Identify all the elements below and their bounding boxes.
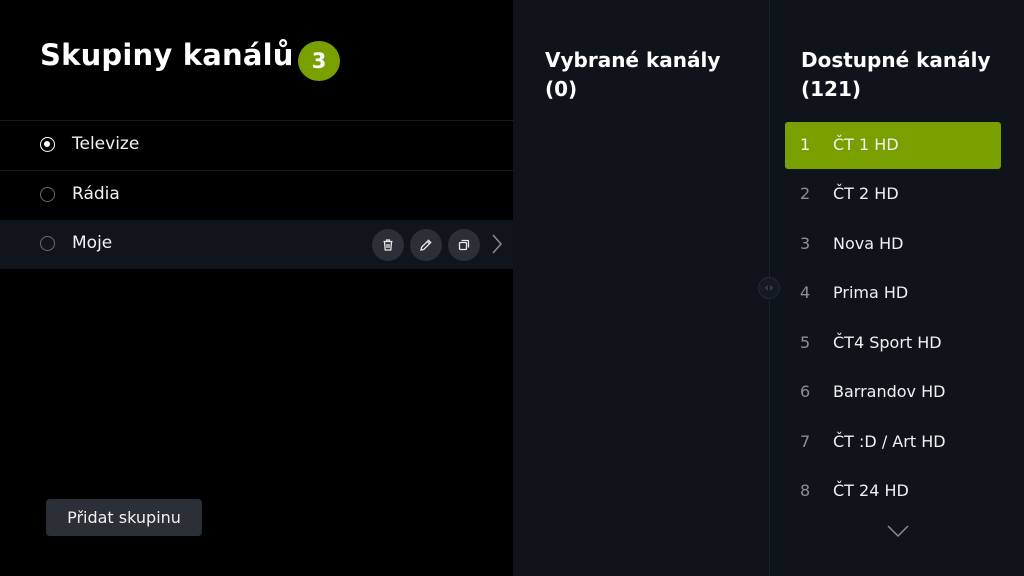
channel-item[interactable]: 4 Prima HD <box>785 270 1001 317</box>
channel-item[interactable]: 5 ČT4 Sport HD <box>785 320 1001 367</box>
channel-item[interactable]: 7 ČT :D / Art HD <box>785 419 1001 466</box>
edit-group-button[interactable] <box>410 229 442 261</box>
trash-icon <box>383 239 393 251</box>
group-label: Moje <box>72 233 113 253</box>
chevron-down-icon[interactable] <box>886 524 910 538</box>
available-channels-title: Dostupné kanály <box>801 48 991 72</box>
channel-item[interactable]: 3 Nova HD <box>785 221 1001 268</box>
radio-selected-icon[interactable] <box>40 137 55 152</box>
selected-channels-heading: Vybrané kanály (0) <box>545 46 720 104</box>
channel-item[interactable]: 2 ČT 2 HD <box>785 171 1001 218</box>
available-channels-heading: Dostupné kanály (121) <box>801 46 991 104</box>
channel-number: 5 <box>800 333 811 352</box>
channel-number: 4 <box>800 283 811 302</box>
group-label: Televize <box>72 134 140 154</box>
channel-number: 8 <box>800 481 811 500</box>
delete-group-button[interactable] <box>372 229 404 261</box>
group-item-moje[interactable]: Moje <box>0 220 513 269</box>
selected-channels-count: (0) <box>545 77 578 101</box>
channel-number: 7 <box>800 432 811 451</box>
radio-icon[interactable] <box>40 187 55 202</box>
group-count-badge: 3 <box>298 41 340 81</box>
groups-panel <box>0 0 513 576</box>
channel-name: ČT 24 HD <box>833 481 909 500</box>
channel-number: 6 <box>800 382 811 401</box>
channel-number: 2 <box>800 184 811 203</box>
pencil-icon <box>420 239 432 251</box>
channel-item[interactable]: 6 Barrandov HD <box>785 369 1001 416</box>
channel-name: ČT :D / Art HD <box>833 432 946 451</box>
available-channels-count: (121) <box>801 77 862 101</box>
copy-icon <box>458 239 470 251</box>
splitter-handle-icon[interactable]: ‹› <box>758 277 780 299</box>
group-item-radia[interactable]: Rádia <box>0 171 513 220</box>
selected-channels-title: Vybrané kanály <box>545 48 721 72</box>
add-group-button[interactable]: Přidat skupinu <box>46 499 202 536</box>
channel-name: Prima HD <box>833 283 909 302</box>
channel-number: 3 <box>800 234 811 253</box>
channel-item[interactable]: 8 ČT 24 HD <box>785 468 1001 515</box>
channel-name: Nova HD <box>833 234 904 253</box>
channel-item[interactable]: 1 ČT 1 HD <box>785 122 1001 169</box>
channel-name: Barrandov HD <box>833 382 946 401</box>
channel-name: ČT 2 HD <box>833 184 899 203</box>
channel-name: ČT4 Sport HD <box>833 333 942 352</box>
group-item-televize[interactable]: Televize <box>0 121 513 170</box>
channel-number: 1 <box>800 135 811 154</box>
radio-icon[interactable] <box>40 236 55 251</box>
chevron-right-icon[interactable] <box>488 233 506 255</box>
copy-group-button[interactable] <box>448 229 480 261</box>
group-label: Rádia <box>72 184 120 204</box>
channel-name: ČT 1 HD <box>833 135 899 154</box>
page-title: Skupiny kanálů <box>40 38 294 72</box>
